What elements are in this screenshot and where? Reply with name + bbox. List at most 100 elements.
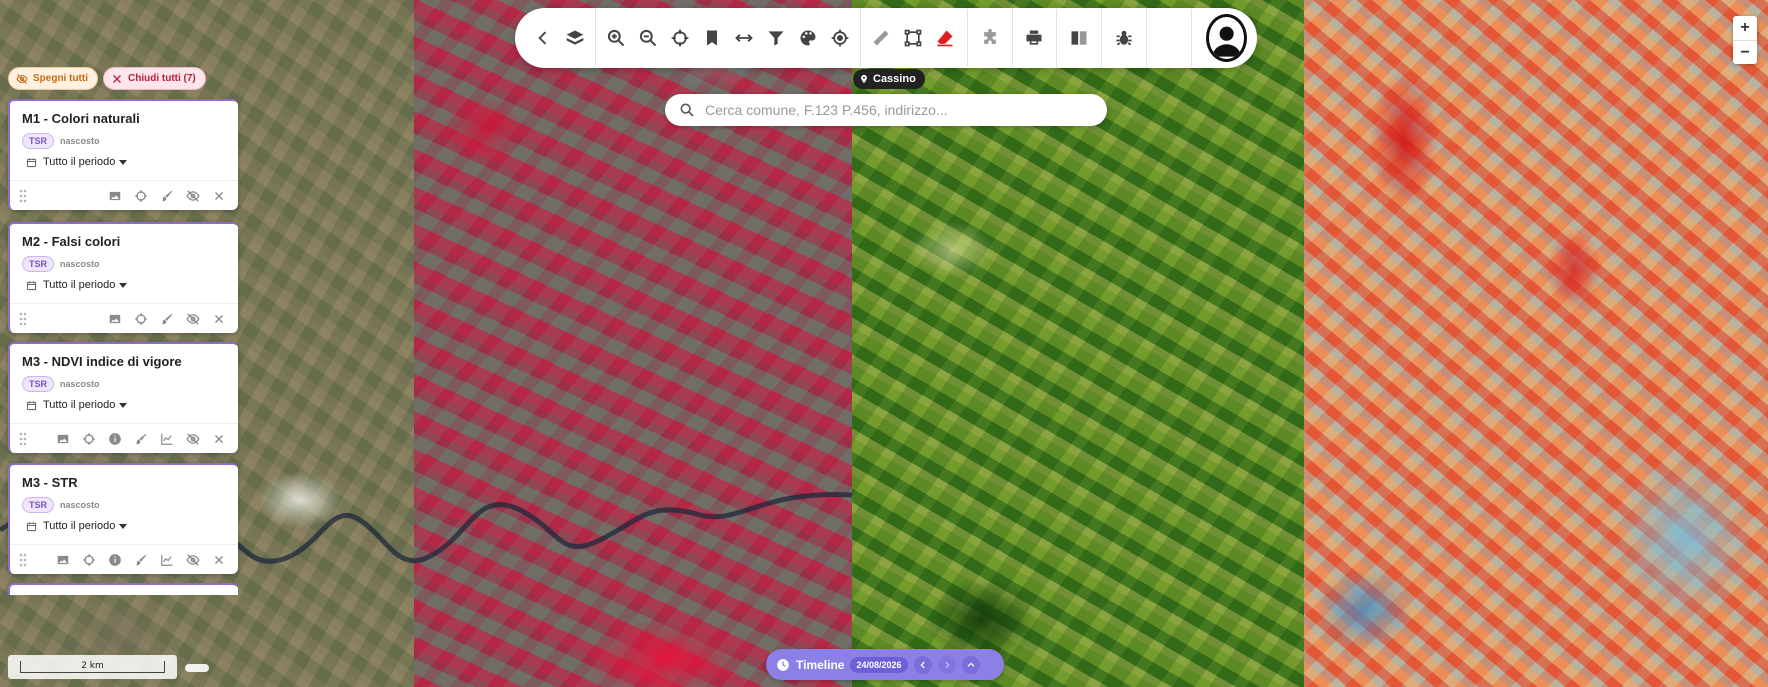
hide-all-button[interactable]: Spegni tutti (8, 67, 98, 90)
tsr-badge[interactable]: TSR (22, 133, 54, 149)
layer-card-title: M3 - NDVI indice di vigore (22, 354, 182, 369)
period-dropdown[interactable]: Tutto il periodo (26, 156, 128, 168)
caret-down-icon (119, 402, 128, 408)
zoom-control: + − (1733, 16, 1757, 64)
filter-icon[interactable] (760, 22, 792, 54)
clock-icon (777, 658, 789, 671)
close-icon[interactable] (211, 188, 226, 203)
caret-down-icon (119, 282, 128, 288)
user-icon (1212, 26, 1241, 57)
swap-horizontal-icon[interactable] (728, 22, 760, 54)
layer-card-partial[interactable] (8, 583, 238, 595)
expand-timeline-button[interactable] (961, 655, 980, 674)
image-icon[interactable] (55, 552, 70, 567)
layer-card[interactable]: M3 - NDVI indice di vigore TSR nascosto T… (8, 342, 238, 453)
crosshair-icon[interactable] (81, 552, 96, 567)
main-toolbar (515, 8, 1257, 68)
ruler-icon[interactable] (865, 22, 897, 54)
chevron-left-icon[interactable] (527, 22, 559, 54)
brush-icon[interactable] (133, 431, 148, 446)
next-date-button[interactable] (937, 655, 956, 674)
tsr-badge[interactable]: TSR (22, 497, 54, 513)
close-icon[interactable] (211, 431, 226, 446)
search-icon (680, 103, 694, 117)
tsr-badge[interactable]: TSR (22, 256, 54, 272)
user-avatar[interactable] (1205, 14, 1248, 62)
layer-card[interactable]: M3 - STR TSR nascosto Tutto il periodo (8, 463, 238, 574)
eraser-icon[interactable] (929, 22, 961, 54)
eye-off-icon[interactable] (185, 552, 200, 567)
layer-card[interactable]: M2 - Falsi colori TSR nascosto Tutto il p… (8, 222, 238, 333)
period-dropdown[interactable]: Tutto il periodo (26, 399, 128, 411)
line-chart-icon[interactable] (159, 431, 174, 446)
crosshair-icon[interactable] (133, 188, 148, 203)
brush-icon[interactable] (133, 552, 148, 567)
drag-handle-icon[interactable] (18, 432, 28, 446)
close-all-button[interactable]: Chiudi tutti (7) (103, 67, 206, 90)
bug-icon[interactable] (1108, 22, 1140, 54)
bookmark-icon[interactable] (696, 22, 728, 54)
info-icon[interactable] (107, 431, 122, 446)
book-icon[interactable] (1063, 22, 1095, 54)
period-dropdown[interactable]: Tutto il periodo (26, 520, 128, 532)
timeline-date[interactable]: 24/08/2026 (850, 656, 908, 673)
search-input[interactable] (705, 102, 1093, 118)
period-dropdown[interactable]: Tutto il periodo (26, 279, 128, 291)
tsr-badge[interactable]: TSR (22, 376, 54, 392)
close-icon[interactable] (211, 552, 226, 567)
eye-off-icon[interactable] (185, 311, 200, 326)
info-icon[interactable] (107, 552, 122, 567)
brush-icon[interactable] (159, 188, 174, 203)
layer-card[interactable]: M1 - Colori naturali TSR nascosto Tutto i… (8, 99, 238, 210)
line-chart-icon[interactable] (159, 552, 174, 567)
drag-handle-icon[interactable] (18, 189, 28, 203)
puzzle-icon[interactable] (974, 22, 1006, 54)
close-icon (113, 74, 121, 83)
layer-card-title: M2 - Falsi colori (22, 234, 121, 249)
map-pane-str[interactable] (1304, 0, 1768, 687)
zoom-out-icon[interactable] (632, 22, 664, 54)
period-label: Tutto il periodo (43, 399, 116, 411)
locate-icon[interactable] (824, 22, 856, 54)
image-icon[interactable] (55, 431, 70, 446)
crosshair-icon[interactable] (81, 431, 96, 446)
period-label: Tutto il periodo (43, 156, 116, 168)
zoom-in-button[interactable]: + (1733, 16, 1757, 40)
image-icon[interactable] (107, 311, 122, 326)
location-label: Cassino (873, 73, 916, 85)
printer-icon[interactable] (1018, 22, 1050, 54)
calendar-icon (26, 521, 37, 531)
eye-off-icon[interactable] (185, 431, 200, 446)
previous-date-button[interactable] (913, 655, 932, 674)
period-label: Tutto il periodo (43, 279, 116, 291)
search-bar (665, 94, 1107, 126)
layer-status: nascosto (60, 136, 100, 146)
crosshair-icon[interactable] (133, 311, 148, 326)
calendar-icon (26, 157, 37, 167)
period-label: Tutto il periodo (43, 520, 116, 532)
hide-all-label: Spegni tutti (33, 73, 88, 84)
zoom-in-icon[interactable] (600, 22, 632, 54)
image-icon[interactable] (107, 188, 122, 203)
brush-icon[interactable] (159, 311, 174, 326)
calendar-icon (26, 280, 37, 290)
eye-off-icon[interactable] (185, 188, 200, 203)
layers-icon[interactable] (559, 22, 591, 54)
crosshair-icon[interactable] (664, 22, 696, 54)
scale-bar: 2 km (8, 655, 177, 679)
palette-icon[interactable] (792, 22, 824, 54)
zoom-out-button[interactable]: − (1733, 40, 1757, 64)
chevron-left-icon (919, 661, 925, 668)
layer-status: nascosto (60, 500, 100, 510)
square-select-icon[interactable] (897, 22, 929, 54)
scale-toggle[interactable] (185, 664, 209, 672)
eye-off-icon (16, 73, 28, 84)
timeline-control[interactable]: Timeline 24/08/2026 (766, 649, 1004, 680)
layer-status: nascosto (60, 379, 100, 389)
drag-handle-icon[interactable] (18, 553, 28, 567)
close-icon[interactable] (211, 311, 226, 326)
moon-icon[interactable] (1153, 22, 1185, 54)
drag-handle-icon[interactable] (18, 312, 28, 326)
timeline-label: Timeline (796, 657, 845, 672)
calendar-icon (26, 400, 37, 410)
